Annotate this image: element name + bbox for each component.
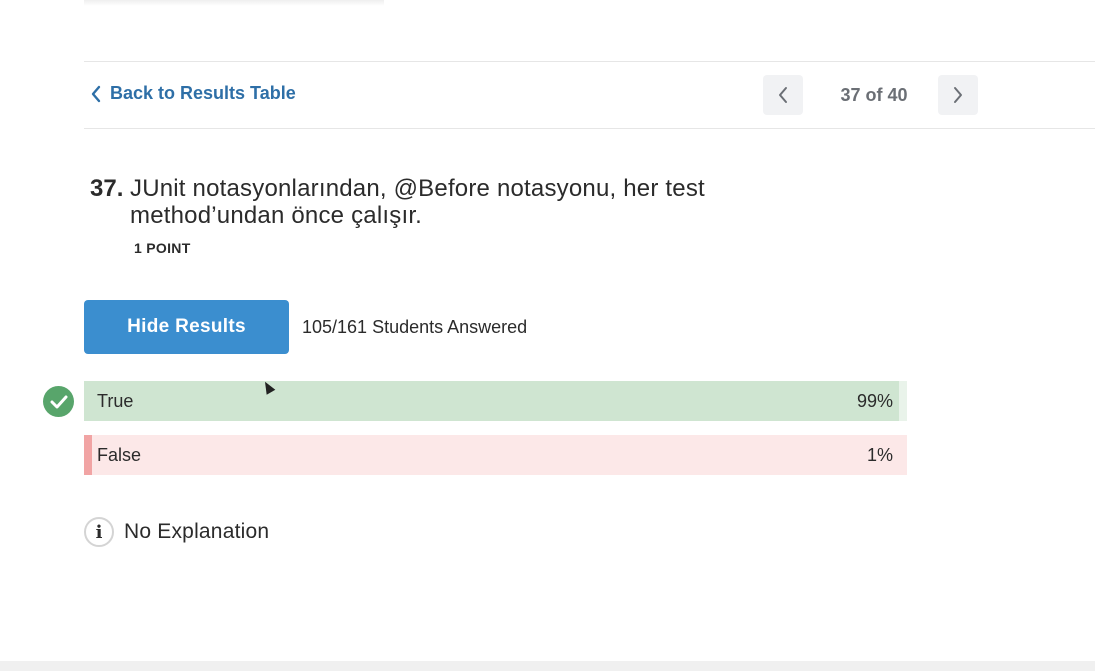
question-number: 37. bbox=[90, 175, 124, 202]
previous-question-button[interactable] bbox=[763, 75, 803, 115]
chevron-left-icon bbox=[91, 85, 101, 102]
back-to-results-link[interactable]: Back to Results Table bbox=[90, 83, 296, 104]
result-bar-fill bbox=[84, 381, 899, 421]
bottom-strip bbox=[0, 661, 1095, 671]
result-bar-fill bbox=[84, 435, 93, 475]
explanation-text: No Explanation bbox=[124, 520, 270, 543]
chevron-left-icon bbox=[779, 87, 787, 103]
answer-label: False bbox=[97, 445, 142, 465]
back-link-label: Back to Results Table bbox=[110, 83, 296, 103]
hide-results-button[interactable]: Hide Results bbox=[84, 300, 289, 354]
answer-percentage: 99% bbox=[856, 391, 893, 411]
students-answered-count: 105/161 Students Answered bbox=[302, 317, 528, 337]
question-block: 37. JUnit notasyonlarından, @Before nota… bbox=[90, 175, 790, 229]
answer-result-false: False 1% bbox=[84, 435, 907, 475]
question-points: 1 POINT bbox=[134, 240, 191, 256]
top-fade bbox=[84, 0, 384, 6]
info-icon: i bbox=[84, 517, 114, 547]
answer-result-true: True 99% bbox=[84, 381, 907, 421]
question-pager-text: 37 of 40 bbox=[840, 85, 908, 105]
question-text: JUnit notasyonlarından, @Before notasyon… bbox=[130, 175, 705, 229]
answer-label: True bbox=[97, 391, 134, 411]
chevron-right-icon bbox=[954, 87, 962, 103]
answer-percentage: 1% bbox=[866, 445, 893, 465]
question-nav-bar: Back to Results Table 37 of 40 bbox=[84, 61, 1095, 129]
next-question-button[interactable] bbox=[938, 75, 978, 115]
check-circle-icon bbox=[43, 386, 74, 417]
